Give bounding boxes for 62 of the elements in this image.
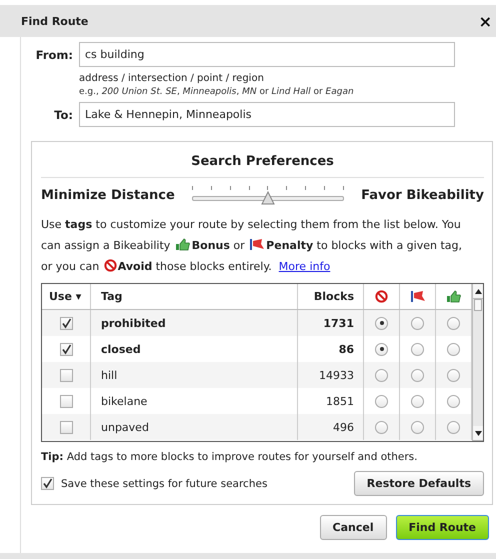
scroll-down-icon xyxy=(474,430,482,436)
radio-button[interactable] xyxy=(411,368,424,382)
tip-text: Tip: Add tags to more blocks to improve routes for yourself and others. xyxy=(41,451,418,463)
input-field[interactable]: Lake & Hennepin, Minneapolis xyxy=(79,102,455,127)
slider-thumb[interactable] xyxy=(260,191,275,205)
column-header[interactable]: Use ▾ xyxy=(42,284,91,309)
scrollbar[interactable] xyxy=(472,284,483,441)
hint-text: address / intersection / point / region xyxy=(79,73,265,84)
prohibited-icon xyxy=(104,259,117,272)
radio-button[interactable] xyxy=(375,368,388,382)
radio-button[interactable] xyxy=(411,316,424,330)
help-paragraph: Use tags to customize your route by selecting them from the list below. You can assign a Bikeability Bonus or Penalty to blocks with a given tag, or you can Avoid those blocks entirely. More info xyxy=(41,217,463,275)
radio-button[interactable] xyxy=(447,420,460,434)
thumbs-up-icon xyxy=(446,290,462,303)
radio-button[interactable] xyxy=(375,394,388,408)
checkbox[interactable] xyxy=(60,368,72,382)
slider-label: Favor Bikeability xyxy=(361,188,484,202)
tag-name: unpaved xyxy=(101,420,149,434)
block-count: 1731 xyxy=(323,316,354,330)
radio-button[interactable] xyxy=(411,394,424,408)
checkbox-label: Save these settings for future searches xyxy=(61,478,268,490)
radio-button[interactable] xyxy=(447,342,460,356)
restore-defaults-button[interactable]: Restore Defaults xyxy=(354,471,484,496)
tag-name: bikelane xyxy=(101,394,148,408)
radio-button[interactable] xyxy=(447,316,460,330)
block-count: 1851 xyxy=(326,394,354,408)
field-label: To: xyxy=(53,108,73,122)
tag-name: prohibited xyxy=(101,316,166,330)
radio-button[interactable] xyxy=(375,316,388,330)
checkbox[interactable] xyxy=(41,477,54,490)
checkbox[interactable] xyxy=(60,342,72,356)
radio-button[interactable] xyxy=(411,420,424,434)
column-header: Tag xyxy=(91,284,298,309)
close-button[interactable]: × xyxy=(474,12,496,30)
radio-button[interactable] xyxy=(375,420,388,434)
radio-button[interactable] xyxy=(411,342,424,356)
section-title: Search Preferences xyxy=(41,142,484,178)
block-count: 496 xyxy=(333,420,354,434)
thumbs-up-icon xyxy=(174,238,191,251)
cancel-button[interactable]: Cancel xyxy=(320,515,387,540)
checkbox[interactable] xyxy=(60,316,72,330)
slider-label: Minimize Distance xyxy=(41,188,175,202)
radio-button[interactable] xyxy=(447,368,460,382)
field-label: From: xyxy=(34,48,73,62)
block-count: 14933 xyxy=(319,368,354,382)
input-field[interactable]: cs building xyxy=(79,42,455,67)
tag-name: hill xyxy=(101,368,118,382)
checkbox[interactable] xyxy=(60,394,72,408)
slider[interactable] xyxy=(192,184,344,206)
window-title: Find Route xyxy=(21,14,88,28)
example-text: e.g., 200 Union St. SE, Minneapolis, MN or Lind Hall or Eagan xyxy=(79,87,355,97)
radio-button[interactable] xyxy=(447,394,460,408)
more-info-link[interactable]: More info xyxy=(278,260,330,273)
column-header: Blocks xyxy=(298,284,364,309)
radio-button[interactable] xyxy=(375,342,388,356)
tag-name: closed xyxy=(101,342,141,356)
scroll-up-icon xyxy=(474,288,482,294)
find-route-button[interactable]: Find Route xyxy=(396,515,489,540)
scrollbar-thumb[interactable] xyxy=(474,299,482,311)
block-count: 86 xyxy=(338,342,354,356)
prohibited-icon xyxy=(375,290,388,303)
checkbox[interactable] xyxy=(60,420,72,434)
